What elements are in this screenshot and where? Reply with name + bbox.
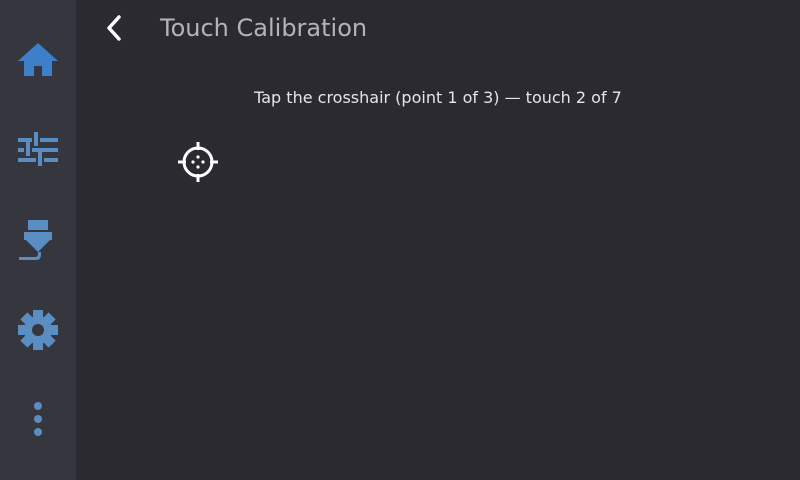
page-title: Touch Calibration: [160, 14, 368, 42]
main-content: Touch Calibration Tap the crosshair (poi…: [76, 0, 800, 480]
gear-icon: [18, 310, 58, 350]
back-button[interactable]: [94, 8, 134, 48]
sidebar: [0, 0, 76, 480]
sidebar-item-settings[interactable]: [0, 290, 76, 370]
home-icon: [18, 43, 58, 76]
chevron-left-icon: [107, 15, 121, 41]
sliders-icon: [18, 132, 58, 166]
extruder-icon: [19, 220, 52, 260]
sidebar-item-extrude[interactable]: [0, 200, 76, 280]
app-window: Touch Calibration Tap the crosshair (poi…: [0, 0, 800, 480]
sidebar-item-home[interactable]: [0, 20, 76, 100]
crosshair-icon: [178, 142, 218, 182]
sidebar-item-more[interactable]: [0, 380, 76, 460]
calibration-instruction: Tap the crosshair (point 1 of 3) — touch…: [254, 88, 622, 107]
more-vertical-icon: [34, 402, 42, 436]
sidebar-item-tune[interactable]: [0, 110, 76, 190]
calibration-target[interactable]: [176, 140, 220, 184]
